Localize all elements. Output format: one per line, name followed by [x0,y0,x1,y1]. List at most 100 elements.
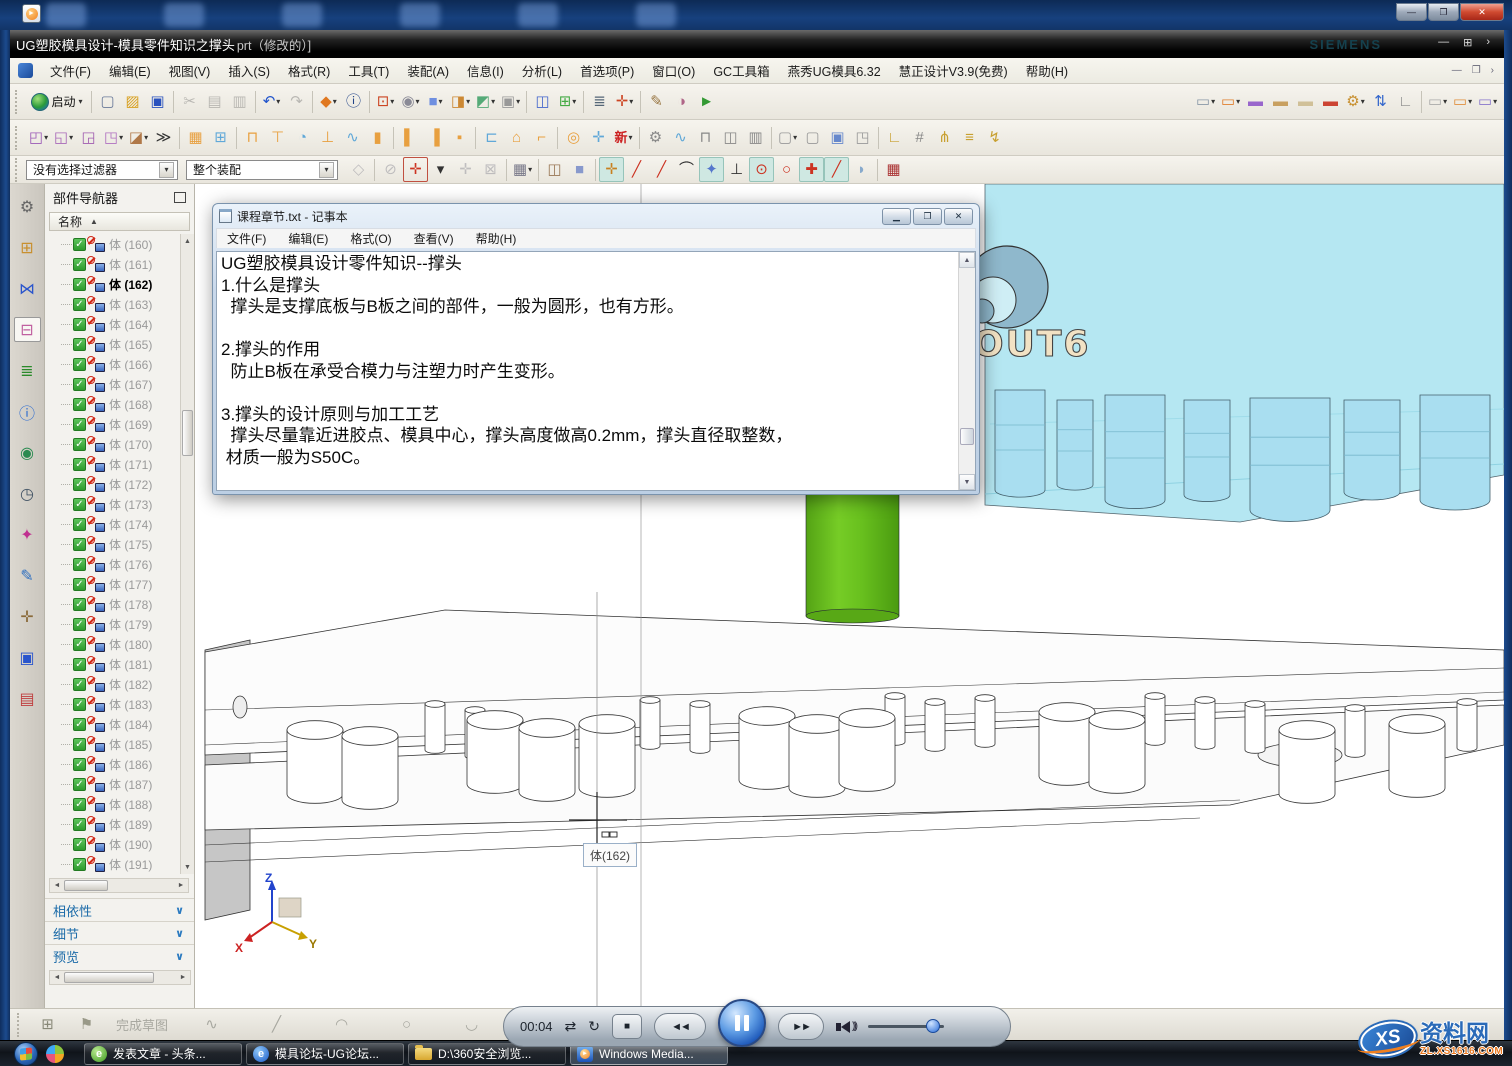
shuffle-icon[interactable]: ⇄ [565,1018,577,1035]
flash-icon[interactable]: ↯ [982,125,1007,150]
eraser-icon[interactable]: ◫ [542,157,567,182]
scrollbar-thumb[interactable] [182,410,193,456]
information-icon[interactable]: ⓘ [341,89,366,114]
menu-item[interactable]: 插入(S) [219,57,279,84]
visibility-checkbox[interactable]: ✓ [73,258,86,271]
tree-row[interactable]: ✓体 (177) [49,574,179,594]
corner-icon[interactable]: ◳ [850,125,875,150]
new-tool-button[interactable]: 新▾ [611,125,636,150]
gate-icon[interactable]: ⚙ [643,125,668,150]
menu-item[interactable]: 装配(A) [398,57,458,84]
reference-set-icon[interactable]: ▬ [1268,89,1293,114]
work-part-icon[interactable]: ▭▾ [1218,89,1243,114]
navigator-panel-细节[interactable]: 细节∨ [45,921,194,944]
close-button[interactable]: ✕ [1460,3,1504,21]
constraint-navigator-icon[interactable]: ⋈ [14,276,41,301]
profile-curve-icon[interactable]: ∿ [199,1012,224,1037]
assembly-constraint-icon[interactable]: ⚙▾ [1343,89,1368,114]
notepad-menu-item[interactable]: 编辑(E) [288,230,328,247]
notepad-minimize-button[interactable]: ▁ [882,208,911,225]
toolbar-grip[interactable] [15,90,21,114]
web-browser-icon[interactable]: ◉ [14,440,41,465]
stock-icon[interactable]: ▥ [743,125,768,150]
menu-item[interactable]: 燕秀UG模具6.32 [779,57,890,84]
pin-icon[interactable]: ▌ [397,125,422,150]
visibility-checkbox[interactable]: ✓ [73,778,86,791]
menu-item[interactable]: 文件(F) [41,57,100,84]
visibility-checkbox[interactable]: ✓ [73,378,86,391]
visualization-icon[interactable]: ✎ [14,563,41,588]
tree-row[interactable]: ✓体 (183) [49,694,179,714]
tree-row[interactable]: ✓体 (182) [49,674,179,694]
tree-row[interactable]: ✓体 (174) [49,514,179,534]
feature-dialog-icon[interactable]: ◆▾ [316,89,341,114]
snap-point-icon[interactable]: ✛ [599,157,624,182]
component-icon[interactable]: ▬ [1243,89,1268,114]
tree-row[interactable]: ✓体 (190) [49,834,179,854]
delete-component-icon[interactable]: ◲ [76,125,101,150]
materials-icon[interactable]: ✦ [14,522,41,547]
visibility-checkbox[interactable]: ✓ [73,678,86,691]
tree-row[interactable]: ✓体 (187) [49,774,179,794]
general-object-icon[interactable]: ◇ [346,157,371,182]
rotate-view-icon[interactable]: ◉▾ [398,89,423,114]
notepad-window[interactable]: 课程章节.txt - 记事本 ▁ ❐ ✕ 文件(F)编辑(E)格式(O)查看(V… [212,203,980,495]
tree-horizontal-scrollbar[interactable]: ◄ ► [49,878,189,893]
parting-icon[interactable]: ◔ [290,125,315,150]
insert-icon[interactable]: ▮ [365,125,390,150]
visibility-checkbox[interactable]: ✓ [73,458,86,471]
tree-row[interactable]: ✓体 (166) [49,354,179,374]
volume-slider[interactable] [868,1025,944,1028]
highlight-filter-icon[interactable]: ⊘ [378,157,403,182]
screw-icon[interactable]: ⊤ [265,125,290,150]
lifter-icon[interactable]: ✛ [586,125,611,150]
taskbar-button[interactable]: e模具论坛-UG论坛... [246,1043,404,1065]
scroll-right-icon[interactable]: ► [176,974,190,981]
notepad-menu-item[interactable]: 查看(V) [414,230,454,247]
menu-item[interactable]: 慧正设计V3.9(免费) [890,57,1017,84]
start-menu-button[interactable]: 启动▾ [26,89,88,114]
tree-row[interactable]: ✓体 (175) [49,534,179,554]
mdi-window-controls[interactable]: —❐› [1452,65,1494,76]
move-filter-icon[interactable]: ✛ [453,157,478,182]
shaded-select-icon[interactable]: ■ [567,157,592,182]
pattern-face-icon[interactable]: ⊞▾ [555,89,580,114]
exploded-view-icon[interactable]: ▭▾ [1450,89,1475,114]
copy-component-icon[interactable]: ◳▾ [101,125,126,150]
finish-flag-icon[interactable]: ⚑ [74,1012,99,1037]
undo-icon[interactable]: ↶▾ [259,89,284,114]
line-icon[interactable]: ╱ [264,1012,289,1037]
layer-settings-icon[interactable]: ≣ [587,89,612,114]
selection-filter-dropdown[interactable]: 没有选择过滤器▾ [26,160,178,180]
point-on-face-icon[interactable]: ◗ [849,157,874,182]
marquee-select-icon[interactable]: ▦▾ [510,157,535,182]
replace-component-icon[interactable]: ◪▾ [126,125,151,150]
sketch-task-icon[interactable]: ⊞ [35,1012,60,1037]
tree-row[interactable]: ✓体 (168) [49,394,179,414]
point-on-curve-icon[interactable]: ╱ [824,157,849,182]
pause-button[interactable] [718,999,766,1047]
circle-icon[interactable]: ○ [394,1012,419,1037]
clearance-icon[interactable]: ▭▾ [1475,89,1500,114]
scrollbar-thumb[interactable] [64,880,108,891]
endpoint-icon[interactable]: ╱ [624,157,649,182]
existing-point-icon[interactable]: ✚ [799,157,824,182]
visibility-checkbox[interactable]: ✓ [73,758,86,771]
move-face-icon[interactable]: ◫ [530,89,555,114]
clip-section-icon[interactable]: ◩▾ [473,89,498,114]
table-icon[interactable]: ▦ [881,157,906,182]
menu-item[interactable]: 视图(V) [160,57,220,84]
minimize-button[interactable]: — [1396,3,1427,21]
tree-vertical-scrollbar[interactable]: ▲ ▼ [180,234,194,874]
scroll-up-icon[interactable]: ▲ [959,252,975,268]
tree-row[interactable]: ✓体 (165) [49,334,179,354]
tree-row[interactable]: ✓体 (172) [49,474,179,494]
ug-window-controls[interactable]: —⊞› [1438,36,1490,49]
linked-body-icon[interactable]: ▢ [800,125,825,150]
tree-row[interactable]: ✓体 (164) [49,314,179,334]
tree-row[interactable]: ✓体 (167) [49,374,179,394]
paste-icon[interactable]: ▥ [227,89,252,114]
layout-move-icon[interactable]: ⊞ [208,125,233,150]
tree-row[interactable]: ✓体 (160) [49,234,179,254]
toolbar-overflow-icon[interactable]: ≫ [151,125,176,150]
